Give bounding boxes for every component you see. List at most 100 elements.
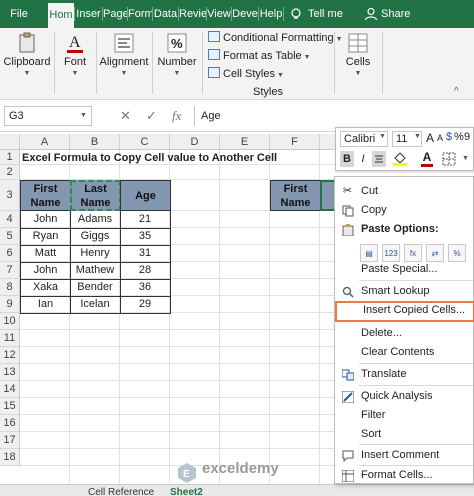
formula-input[interactable]: Age [194, 106, 474, 126]
row-header[interactable]: 8 [0, 279, 20, 296]
clipboard-group[interactable]: Clipboard ▼ [2, 28, 52, 100]
row-header[interactable]: 12 [0, 347, 20, 364]
row-header[interactable]: 13 [0, 364, 20, 381]
menu-item-smart-lookup[interactable]: Smart Lookup [335, 282, 474, 301]
tab-view[interactable]: View [207, 0, 231, 28]
table-cell[interactable]: Icelan [70, 296, 121, 314]
column-header-e[interactable]: E [220, 134, 270, 150]
number-group[interactable]: % Number ▼ [154, 28, 200, 100]
insert-function-icon[interactable]: fx [172, 106, 181, 126]
table-cell[interactable]: Adams [70, 211, 121, 229]
copied-header-first-name[interactable]: First Name [270, 180, 321, 211]
table-cell[interactable]: Matt [20, 245, 71, 263]
row-header[interactable]: 14 [0, 381, 20, 398]
table-cell[interactable]: 36 [120, 279, 171, 297]
font-group[interactable]: A Font ▼ [56, 28, 94, 100]
table-cell[interactable]: Henry [70, 245, 121, 263]
alignment-group[interactable]: Alignment ▼ [98, 28, 150, 100]
fill-color-button[interactable] [392, 152, 408, 166]
column-header-c[interactable]: C [120, 134, 170, 150]
table-cell[interactable]: 21 [120, 211, 171, 229]
menu-item-delete[interactable]: Delete... [335, 324, 474, 343]
cells-group[interactable]: Cells ▼ [338, 28, 378, 100]
sheet-title[interactable]: Excel Formula to Copy Cell value to Anot… [22, 150, 277, 166]
table-cell[interactable]: John [20, 211, 71, 229]
menu-item-clear-contents[interactable]: Clear Contents [335, 343, 474, 362]
tab-home[interactable]: Hom [48, 3, 74, 28]
table-cell[interactable]: Xaka [20, 279, 71, 297]
row-header[interactable]: 11 [0, 330, 20, 347]
tab-review[interactable]: Revie [179, 0, 206, 28]
menu-item-format-cells[interactable]: Format Cells... [335, 466, 474, 485]
align-center-button[interactable] [372, 151, 386, 167]
menu-item-paste-special[interactable]: Paste Special... [335, 260, 474, 279]
table-cell[interactable]: John [20, 262, 71, 280]
enter-icon[interactable]: ✓ [146, 106, 157, 126]
font-color-button[interactable]: A [420, 150, 434, 168]
table-cell[interactable]: Bender [70, 279, 121, 297]
menu-item-copy[interactable]: Copy [335, 201, 474, 220]
sheet-tab-sheet2[interactable]: Sheet2 [170, 487, 203, 496]
table-cell[interactable]: Ryan [20, 228, 71, 246]
row-header[interactable]: 2 [0, 165, 20, 180]
table-cell[interactable]: 35 [120, 228, 171, 246]
row-header[interactable]: 1 [0, 150, 20, 165]
bold-button[interactable]: B [340, 151, 354, 167]
table-header-last-name[interactable]: Last Name [70, 180, 121, 211]
tab-insert[interactable]: Inser [75, 0, 102, 28]
table-cell[interactable]: 31 [120, 245, 171, 263]
menu-item-filter[interactable]: Filter [335, 406, 474, 425]
collapse-ribbon-icon[interactable]: ^ [454, 86, 459, 97]
tab-help[interactable]: Help [259, 0, 283, 28]
row-header[interactable]: 10 [0, 313, 20, 330]
table-cell[interactable]: Ian [20, 296, 71, 314]
name-box[interactable]: G3 [4, 106, 92, 126]
row-header[interactable]: 5 [0, 228, 20, 245]
share-button[interactable]: Share [381, 0, 411, 28]
menu-item-insert-copied-cells[interactable]: Insert Copied Cells... [335, 301, 474, 322]
comma-style-icon[interactable]: 9 [464, 131, 470, 143]
tab-developer[interactable]: Deve [232, 0, 258, 28]
menu-item-sort[interactable]: Sort [335, 425, 474, 444]
column-header-f[interactable]: F [270, 134, 320, 150]
menu-item-cut[interactable]: ✂ Cut [335, 182, 474, 201]
row-header[interactable]: 7 [0, 262, 20, 279]
tab-data[interactable]: Data [153, 0, 178, 28]
row-header[interactable]: 3 [0, 180, 20, 211]
sheet-tab-cell-reference[interactable]: Cell Reference [88, 487, 154, 496]
table-header-first-name[interactable]: First Name [20, 180, 71, 211]
menu-item-translate[interactable]: Translate [335, 365, 474, 384]
row-header[interactable]: 4 [0, 211, 20, 228]
table-cell[interactable]: Mathew [70, 262, 121, 280]
format-as-table-button[interactable]: Format as Table ▼ [208, 49, 311, 65]
italic-button[interactable]: I [358, 151, 368, 167]
chevron-down-icon[interactable]: ▼ [80, 112, 87, 119]
menu-item-quick-analysis[interactable]: Quick Analysis [335, 387, 474, 406]
borders-button[interactable] [442, 152, 456, 166]
row-header[interactable]: 17 [0, 432, 20, 449]
percent-icon[interactable]: % [454, 131, 464, 143]
table-header-age[interactable]: Age [120, 180, 171, 211]
decrease-font-icon[interactable]: A [437, 133, 443, 143]
row-header[interactable]: 9 [0, 296, 20, 313]
chevron-down-icon[interactable]: ▼ [414, 133, 421, 140]
increase-font-icon[interactable]: A [426, 131, 434, 145]
row-header[interactable]: 16 [0, 415, 20, 432]
select-all-corner[interactable] [0, 134, 20, 150]
table-cell[interactable]: 28 [120, 262, 171, 280]
cancel-icon[interactable]: ✕ [120, 106, 131, 126]
tell-me-search[interactable]: Tell me [308, 0, 348, 28]
row-header[interactable]: 6 [0, 245, 20, 262]
column-header-a[interactable]: A [20, 134, 70, 150]
chevron-down-icon[interactable]: ▼ [379, 133, 386, 140]
table-cell[interactable]: 29 [120, 296, 171, 314]
row-header[interactable]: 15 [0, 398, 20, 415]
tab-file[interactable]: File [6, 0, 32, 28]
tab-formulas[interactable]: Form [128, 0, 152, 28]
row-header[interactable]: 18 [0, 449, 20, 466]
tab-page-layout[interactable]: Page [103, 0, 127, 28]
menu-item-insert-comment[interactable]: Insert Comment [335, 446, 474, 465]
table-cell[interactable]: Giggs [70, 228, 121, 246]
column-header-b[interactable]: B [70, 134, 120, 150]
conditional-formatting-button[interactable]: Conditional Formatting ▼ [208, 31, 343, 47]
